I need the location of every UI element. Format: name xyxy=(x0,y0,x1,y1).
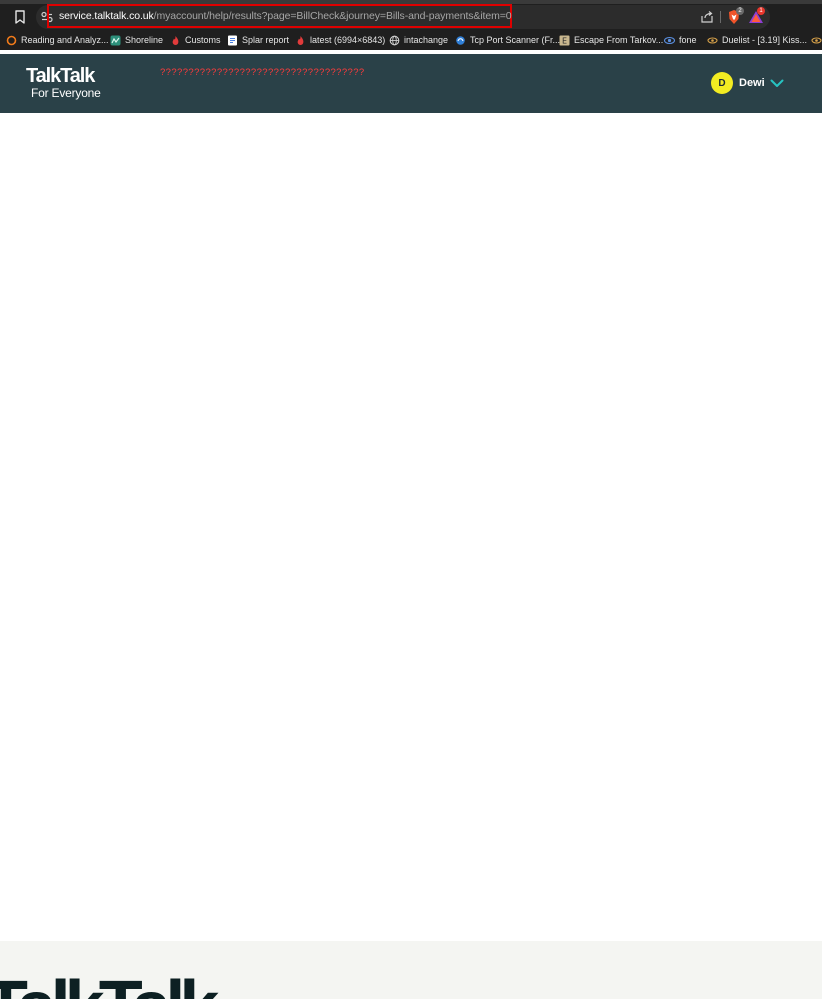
bookmark-label: Splar report xyxy=(242,35,290,45)
bookmark-label: Reading and Analyz... xyxy=(21,35,109,45)
orange-ring-icon xyxy=(6,35,17,45)
bookmark-page-button[interactable] xyxy=(10,7,30,27)
footer-logo: TalkTalk xyxy=(0,971,219,999)
bookmark-latest[interactable]: latest (6994×6843) xyxy=(295,33,385,47)
bookmark-label: Customs xyxy=(185,35,221,45)
url-text[interactable]: service.talktalk.co.uk/myaccount/help/re… xyxy=(59,10,512,22)
bookmark-label: latest (6994×6843) xyxy=(310,35,386,45)
bookmark-label: intachange xyxy=(404,35,449,45)
talktalk-logo[interactable]: TalkTalk For Everyone xyxy=(26,65,101,99)
blue-scanner-icon xyxy=(456,35,465,45)
bookmarks-bar: Reading and Analyz... Shoreline Customs … xyxy=(0,30,822,50)
eye-icon xyxy=(811,36,822,44)
account-menu-button[interactable]: D Dewi xyxy=(711,72,784,94)
bookmark-shoreline[interactable]: Shoreline xyxy=(110,33,163,47)
bookmark-tcp-port-scanner[interactable]: Tcp Port Scanner (Fr... xyxy=(455,33,560,47)
shields-count-badge: 2 xyxy=(736,7,744,15)
shoreline-map-icon xyxy=(110,35,121,45)
bookmark-fone[interactable]: fone xyxy=(664,33,697,47)
url-path: /myaccount/help/results?page=BillCheck&j… xyxy=(153,10,512,22)
browser-toolbar: service.talktalk.co.uk/myaccount/help/re… xyxy=(0,4,822,30)
bookmark-customs[interactable]: Customs xyxy=(170,33,221,47)
eye-icon xyxy=(707,36,718,44)
bookmark-label: fone xyxy=(679,35,697,45)
chevron-down-icon xyxy=(770,79,784,87)
blue-eye-icon xyxy=(664,36,675,44)
share-icon[interactable] xyxy=(700,10,714,24)
logo-tagline: For Everyone xyxy=(31,86,101,100)
bookmark-intachange[interactable]: intachange xyxy=(389,33,448,47)
red-flame-icon xyxy=(297,35,304,45)
bookmark-splar-report[interactable]: Splar report xyxy=(227,33,289,47)
account-name: Dewi xyxy=(739,77,765,89)
globe-icon xyxy=(389,35,400,45)
rewards-count-badge: 1 xyxy=(757,7,765,15)
bookmark-icon xyxy=(15,10,25,24)
bookmark-reading-and-analyz[interactable]: Reading and Analyz... xyxy=(6,33,109,47)
address-bar[interactable]: service.talktalk.co.uk/myaccount/help/re… xyxy=(36,4,770,29)
garbled-text: ???????????????????????????????????? xyxy=(160,67,365,78)
tarkov-icon: E xyxy=(559,35,570,45)
avatar: D xyxy=(711,72,733,94)
bookmark-label: Shoreline xyxy=(125,35,164,45)
logo-wordmark: TalkTalk xyxy=(26,65,95,87)
bookmark-duelist[interactable]: Duelist - [3.19] Kiss... xyxy=(707,33,807,47)
bookmark-overflow[interactable] xyxy=(811,33,822,47)
bookmark-label: Duelist - [3.19] Kiss... xyxy=(722,35,808,45)
bookmark-escape-from-tarkov[interactable]: E Escape From Tarkov... xyxy=(559,33,663,47)
google-docs-icon xyxy=(228,35,237,45)
site-footer: TalkTalk xyxy=(0,941,822,999)
address-bar-separator xyxy=(720,11,721,23)
bookmark-label: Tcp Port Scanner (Fr... xyxy=(470,35,561,45)
main-content xyxy=(0,113,822,941)
red-flame-icon xyxy=(172,35,179,45)
url-host: service.talktalk.co.uk xyxy=(59,10,154,22)
site-header: TalkTalk For Everyone ??????????????????… xyxy=(0,54,822,113)
bookmark-label: Escape From Tarkov... xyxy=(574,35,664,45)
svg-text:E: E xyxy=(562,36,567,45)
